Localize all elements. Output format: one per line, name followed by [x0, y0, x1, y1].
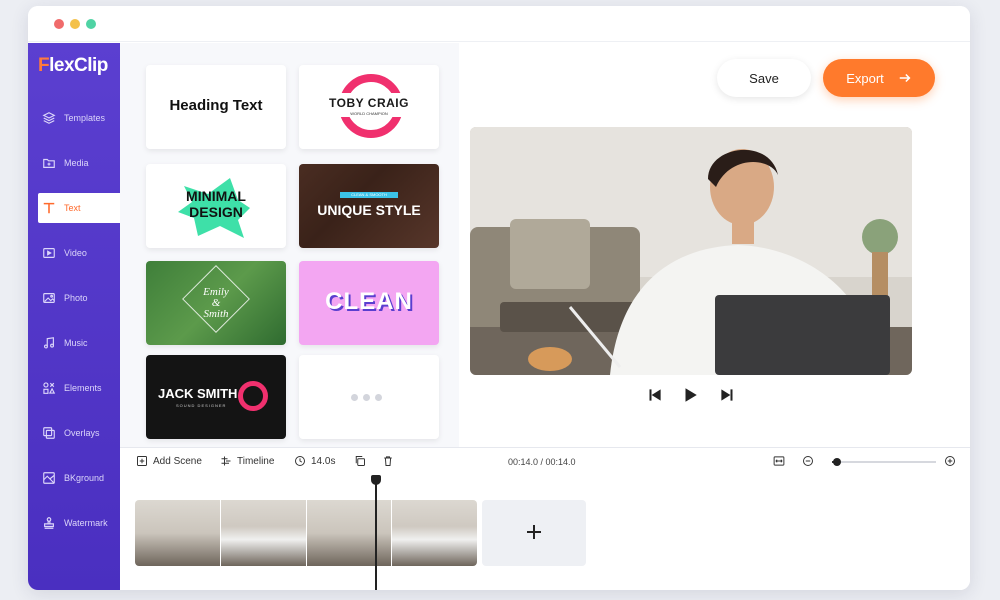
save-button[interactable]: Save — [717, 59, 811, 97]
timeline-icon — [221, 456, 231, 466]
clip-frame — [135, 500, 221, 566]
add-scene-button[interactable]: Add Scene — [136, 455, 202, 467]
maximize-window-button[interactable] — [86, 19, 96, 29]
export-button[interactable]: Export — [823, 59, 935, 97]
trash-icon — [384, 456, 392, 466]
clip-frame — [306, 500, 393, 566]
sidebar-item-overlays[interactable]: Overlays — [28, 418, 120, 448]
playhead[interactable] — [375, 477, 377, 590]
fit-timeline-button[interactable] — [773, 455, 790, 467]
template-minimal-design[interactable]: MINIMAL DESIGN — [146, 164, 286, 248]
add-square-icon — [137, 456, 147, 466]
music-icon — [43, 337, 55, 349]
app-window: FlexClip Templates Media Text Video Phot… — [28, 6, 970, 590]
timeline-toolbar: Add Scene Timeline 14.0s 00:14.0 / 00:14… — [120, 447, 970, 475]
more-dots-icon — [351, 394, 382, 401]
sidebar: FlexClip Templates Media Text Video Phot… — [28, 43, 120, 590]
minus-circle-icon — [803, 456, 813, 466]
arrow-right-icon — [899, 73, 911, 83]
play-icon[interactable] — [681, 386, 699, 404]
elements-icon — [43, 382, 56, 394]
scene-clip[interactable] — [135, 500, 477, 566]
zoom-in-button[interactable] — [944, 455, 961, 467]
delete-button[interactable] — [382, 455, 399, 467]
title-bar — [28, 6, 970, 42]
photo-icon — [43, 293, 55, 303]
sidebar-item-photo[interactable]: Photo — [28, 283, 120, 313]
text-templates-panel: Heading Text TOBY CRAIG WORLD CHAMPION M… — [120, 43, 459, 447]
stamp-icon — [44, 517, 54, 529]
template-heading-text[interactable]: Heading Text — [146, 65, 286, 149]
flexclip-logo: FlexClip — [38, 55, 108, 76]
timeline-toggle-button[interactable]: Timeline — [220, 455, 274, 467]
zoom-slider-handle[interactable] — [833, 458, 841, 466]
layers-icon — [42, 112, 56, 124]
minimize-window-button[interactable] — [70, 19, 80, 29]
clip-frame — [392, 500, 477, 566]
sidebar-item-video[interactable]: Video — [28, 238, 120, 268]
zoom-out-button[interactable] — [802, 455, 819, 467]
video-preview[interactable] — [470, 127, 912, 375]
close-window-button[interactable] — [54, 19, 64, 29]
duplicate-button[interactable] — [354, 455, 371, 467]
sidebar-item-watermark[interactable]: Watermark — [28, 508, 120, 538]
zoom-slider[interactable] — [832, 458, 936, 466]
template-clean[interactable]: CLEAN — [299, 261, 439, 345]
sidebar-item-text[interactable]: Text — [38, 193, 120, 223]
duration-button[interactable]: 14.0s — [294, 455, 335, 467]
timeline-track — [120, 475, 970, 590]
video-icon — [43, 248, 55, 258]
sidebar-item-background[interactable]: BKground — [28, 463, 120, 493]
clock-icon — [295, 456, 305, 466]
overlays-icon — [43, 427, 55, 439]
skip-forward-icon[interactable] — [718, 386, 736, 404]
background-icon — [43, 472, 55, 484]
more-templates-button[interactable] — [299, 355, 439, 439]
clip-frame — [220, 500, 307, 566]
plus-icon — [527, 524, 541, 539]
add-scene-plus-button[interactable] — [482, 500, 586, 566]
sidebar-item-media[interactable]: Media — [28, 148, 120, 178]
plus-circle-icon — [945, 456, 955, 466]
sidebar-item-elements[interactable]: Elements — [28, 373, 120, 403]
copy-icon — [355, 456, 365, 466]
sidebar-item-music[interactable]: Music — [28, 328, 120, 358]
template-emily-smith[interactable]: Emily & Smith — [146, 261, 286, 345]
skip-back-icon[interactable] — [646, 386, 664, 404]
template-unique-style[interactable]: CLEAN & SMOOTH UNIQUE STYLE — [299, 164, 439, 248]
fit-width-icon — [773, 456, 785, 466]
timecode: 00:14.0 / 00:14.0 — [508, 457, 576, 467]
template-jack-smith[interactable]: JACK SMITH SOUND DESIGNER — [146, 355, 286, 439]
preview-image — [470, 127, 912, 375]
sidebar-item-templates[interactable]: Templates — [28, 103, 120, 133]
text-icon — [43, 202, 55, 214]
template-toby-craig[interactable]: TOBY CRAIG WORLD CHAMPION — [299, 65, 439, 149]
jack-ring-shape — [238, 381, 268, 411]
folder-plus-icon — [43, 158, 55, 168]
